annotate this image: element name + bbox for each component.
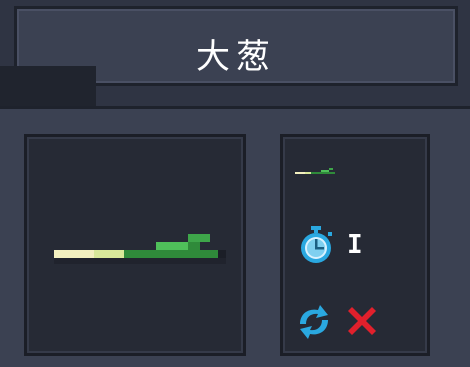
cycle-icon	[300, 305, 328, 339]
swap-button[interactable]	[294, 302, 332, 340]
stopwatch-icon	[301, 226, 332, 263]
remove-button[interactable]	[344, 303, 382, 341]
leek-small-icon	[295, 168, 335, 174]
close-icon	[348, 307, 376, 335]
background-shadow	[0, 66, 96, 108]
use-count-value: I	[347, 230, 363, 260]
leek-large-icon	[54, 234, 226, 264]
